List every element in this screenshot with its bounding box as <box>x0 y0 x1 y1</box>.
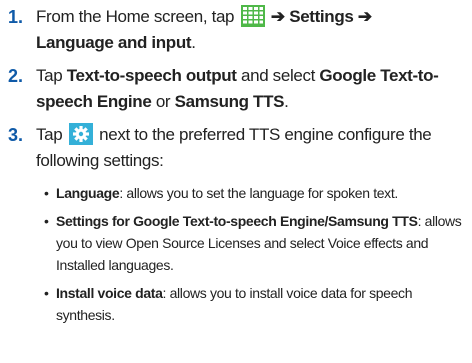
step-text-part: or <box>155 92 171 111</box>
step-end: . <box>284 92 289 111</box>
bullet-term: Install voice data <box>56 285 163 301</box>
bullet-item: • Settings for Google Text-to-speech Eng… <box>44 210 466 276</box>
step-text-part: Tap <box>36 66 63 85</box>
bullet-marker: • <box>44 285 49 301</box>
bullet-term: Settings for Google Text-to-speech Engin… <box>56 213 418 229</box>
step-end: . <box>191 33 196 52</box>
samsung-tts-label: Samsung TTS <box>174 92 285 111</box>
step-text-part: next to the preferred TTS engine configu… <box>36 125 432 170</box>
step-text: From the Home screen, tap ➔ Settings ➔ L… <box>36 4 466 56</box>
step-number: 2. <box>8 66 24 86</box>
bullet-term: Language <box>56 185 120 201</box>
tts-output-label: Text-to-speech output <box>66 66 237 85</box>
step-text-part: Tap <box>36 125 63 144</box>
arrow-2: ➔ <box>357 7 372 26</box>
bullet-desc: : allows you to set the language for spo… <box>119 185 398 201</box>
bullet-marker: • <box>44 213 49 229</box>
step-number: 1. <box>8 7 24 27</box>
language-input-label: Language and input <box>36 33 192 52</box>
settings-bullet-list: • Language: allows you to set the langua… <box>44 182 466 332</box>
step-text: Tap Text-to-speech output and select Goo… <box>36 63 466 115</box>
step-text-part: From the Home screen, tap <box>36 7 235 26</box>
gear-icon <box>68 123 93 145</box>
instructions-page: 1. From the Home screen, tap ➔ Settings … <box>0 0 472 363</box>
arrow-1: ➔ <box>270 7 285 26</box>
step-number: 3. <box>8 125 24 145</box>
bullet-item: • Install voice data: allows you to inst… <box>44 282 466 326</box>
bullet-marker: • <box>44 185 49 201</box>
settings-label: Settings <box>289 7 354 26</box>
bullet-item: • Language: allows you to set the langua… <box>44 182 466 204</box>
step-text: Tap next to the preferred TTS engine con… <box>36 122 466 174</box>
apps-grid-icon <box>240 5 265 27</box>
step-text-part: and select <box>241 66 315 85</box>
